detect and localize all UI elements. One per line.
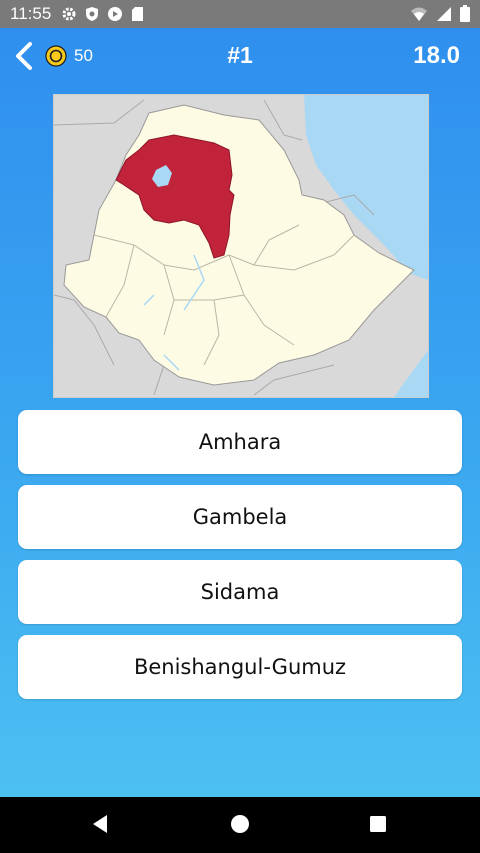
answer-button-2[interactable]: Gambela [18, 485, 462, 549]
recents-square-icon[interactable] [368, 813, 388, 835]
region-map [53, 94, 429, 398]
home-circle-icon[interactable] [230, 813, 250, 835]
battery-icon [460, 5, 470, 22]
wifi-icon [411, 7, 427, 21]
sdcard-icon [132, 7, 144, 21]
answer-button-4[interactable]: Benishangul-Gumuz [18, 635, 462, 699]
system-nav-bar [0, 797, 480, 853]
shield-icon [86, 7, 99, 21]
gear-icon [62, 7, 76, 21]
back-triangle-icon[interactable] [90, 813, 110, 835]
status-time: 11:55 [10, 4, 52, 23]
question-number: #1 [227, 42, 253, 68]
top-bar: 50 #1 18.0 [0, 28, 480, 86]
quiz-screen: 50 #1 18.0 Amhara Gambela Sidama Benisha… [0, 28, 480, 797]
answer-list: Amhara Gambela Sidama Benishangul-Gumuz [18, 410, 462, 710]
answer-button-3[interactable]: Sidama [18, 560, 462, 624]
ethiopia-map-image [54, 95, 428, 397]
timer: 18.0 [413, 42, 460, 69]
signal-icon [437, 6, 451, 21]
answer-button-1[interactable]: Amhara [18, 410, 462, 474]
play-icon [108, 7, 123, 21]
status-bar: 11:55 [0, 0, 480, 28]
